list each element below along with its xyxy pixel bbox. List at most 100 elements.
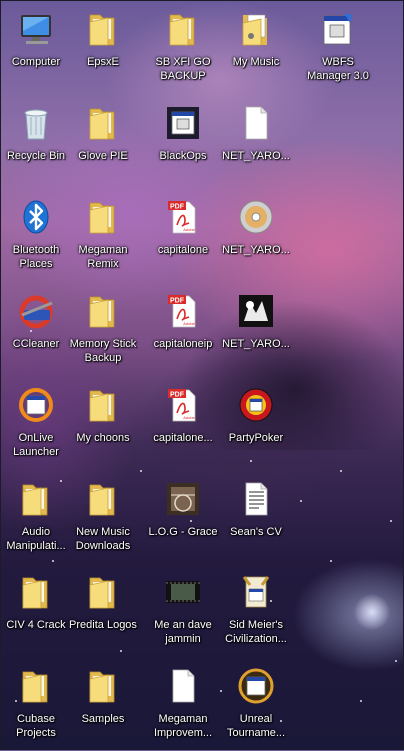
desktop-icon-label: Megaman Improvem... bbox=[153, 713, 213, 739]
star bbox=[340, 470, 342, 472]
folder-icon bbox=[161, 7, 205, 51]
desktop-icon-label: Recycle Bin bbox=[6, 150, 66, 162]
star bbox=[330, 560, 332, 562]
desktop-icon-label: My choons bbox=[76, 432, 130, 444]
folder-icon bbox=[81, 570, 125, 614]
document-icon bbox=[161, 664, 205, 708]
desktop-icon[interactable]: PDF Adobe capitalone bbox=[145, 192, 221, 282]
desktop-icon-label: My Music bbox=[232, 56, 280, 68]
desktop-icon-label: Sid Meier's Civilization... bbox=[225, 619, 287, 645]
desktop-icon[interactable]: Audio Manipulati... bbox=[0, 474, 74, 564]
folder-icon bbox=[81, 101, 125, 145]
onlive-icon bbox=[14, 383, 58, 427]
desktop-icon[interactable]: NET_YARO... bbox=[218, 286, 294, 376]
folder-icon bbox=[14, 477, 58, 521]
music-file-icon bbox=[161, 477, 205, 521]
desktop-icon[interactable]: BlackOps bbox=[145, 98, 221, 188]
svg-text:Adobe: Adobe bbox=[183, 415, 195, 420]
desktop-icon[interactable]: PartyPoker bbox=[218, 380, 294, 470]
desktop-icon-label: Sean's CV bbox=[230, 526, 282, 538]
desktop-icon[interactable]: Samples bbox=[65, 661, 141, 751]
desktop-icon-label: L.O.G - Grace bbox=[148, 526, 218, 538]
desktop-icon[interactable]: WBFS Manager 3.0 bbox=[300, 4, 376, 94]
folder-icon bbox=[81, 195, 125, 239]
desktop-icon[interactable]: CIV 4 Crack bbox=[0, 567, 74, 657]
svg-text:Adobe: Adobe bbox=[183, 227, 195, 232]
desktop-icon[interactable]: Megaman Remix bbox=[65, 192, 141, 282]
desktop-icon[interactable]: L.O.G - Grace bbox=[145, 474, 221, 564]
desktop-icon[interactable]: Glove PIE bbox=[65, 98, 141, 188]
ccleaner-icon bbox=[14, 289, 58, 333]
folder-icon bbox=[81, 289, 125, 333]
partypoker-icon bbox=[234, 383, 278, 427]
desktop-icon-label: Glove PIE bbox=[78, 150, 128, 162]
pdf-icon: PDF Adobe bbox=[161, 289, 205, 333]
svg-text:PDF: PDF bbox=[170, 298, 185, 305]
desktop-icon[interactable]: Predita Logos bbox=[65, 567, 141, 657]
desktop-icon-label: WBFS Manager 3.0 bbox=[307, 56, 369, 82]
star bbox=[395, 660, 397, 662]
desktop-icon-label: capitaloneip bbox=[153, 338, 213, 350]
civilization-icon bbox=[234, 570, 278, 614]
document-icon bbox=[234, 101, 278, 145]
desktop-icon-label: Memory Stick Backup bbox=[69, 338, 137, 364]
desktop-icon-label: OnLive Launcher bbox=[13, 432, 59, 458]
desktop-icon[interactable]: EpsxE bbox=[65, 4, 141, 94]
application-icon bbox=[316, 7, 360, 51]
desktop-icon[interactable]: Recycle Bin bbox=[0, 98, 74, 188]
desktop-icon[interactable]: Cubase Projects bbox=[0, 661, 74, 751]
desktop-icon[interactable]: Me an dave jammin bbox=[145, 567, 221, 657]
recycle-bin-icon bbox=[14, 101, 58, 145]
desktop-icon[interactable]: Bluetooth Places bbox=[0, 192, 74, 282]
star bbox=[390, 520, 392, 522]
bluetooth-icon bbox=[14, 195, 58, 239]
desktop-icon-label: BlackOps bbox=[159, 150, 207, 162]
desktop-icon[interactable]: CCleaner bbox=[0, 286, 74, 376]
star bbox=[360, 700, 362, 702]
desktop-icon[interactable]: Unreal Tourname... bbox=[218, 661, 294, 751]
desktop-icon-label: PartyPoker bbox=[228, 432, 284, 444]
desktop-icon-label: SB XFI GO BACKUP bbox=[155, 56, 211, 82]
disc-image-icon bbox=[234, 195, 278, 239]
desktop-icon[interactable]: SB XFI GO BACKUP bbox=[145, 4, 221, 94]
game-art-icon bbox=[234, 289, 278, 333]
desktop-icon[interactable]: My choons bbox=[65, 380, 141, 470]
desktop-icon-label: New Music Downloads bbox=[75, 526, 131, 552]
desktop-icon[interactable]: Sean's CV bbox=[218, 474, 294, 564]
desktop-icon-label: capitalone... bbox=[153, 432, 213, 444]
folder-icon bbox=[81, 7, 125, 51]
desktop-icon[interactable]: New Music Downloads bbox=[65, 474, 141, 564]
desktop-icon[interactable]: Memory Stick Backup bbox=[65, 286, 141, 376]
music-folder-icon bbox=[234, 7, 278, 51]
desktop-icon[interactable]: Megaman Improvem... bbox=[145, 661, 221, 751]
desktop-icon-label: NET_YARO... bbox=[222, 150, 290, 162]
desktop-icon-label: Computer bbox=[11, 56, 61, 68]
desktop-icon[interactable]: NET_YARO... bbox=[218, 98, 294, 188]
desktop-icon-label: Samples bbox=[81, 713, 125, 725]
svg-text:PDF: PDF bbox=[170, 204, 185, 211]
desktop-icon-label: NET_YARO... bbox=[222, 244, 290, 256]
pdf-icon: PDF Adobe bbox=[161, 195, 205, 239]
desktop-icon[interactable]: Computer bbox=[0, 4, 74, 94]
desktop-icon-label: NET_YARO... bbox=[222, 338, 290, 350]
desktop-icon-label: Bluetooth Places bbox=[12, 244, 60, 270]
desktop-icon[interactable]: PDF Adobe capitalone... bbox=[145, 380, 221, 470]
folder-icon bbox=[81, 383, 125, 427]
desktop-icon-label: Cubase Projects bbox=[16, 713, 56, 739]
svg-text:PDF: PDF bbox=[170, 392, 185, 399]
text-document-icon bbox=[234, 477, 278, 521]
desktop-icon[interactable]: OnLive Launcher bbox=[0, 380, 74, 470]
computer-icon bbox=[14, 7, 58, 51]
desktop-icon-label: Audio Manipulati... bbox=[6, 526, 66, 552]
desktop-icon-label: Megaman Remix bbox=[78, 244, 128, 270]
desktop-icon[interactable]: My Music bbox=[218, 4, 294, 94]
desktop-icon[interactable]: Sid Meier's Civilization... bbox=[218, 567, 294, 657]
pdf-icon: PDF Adobe bbox=[161, 383, 205, 427]
desktop-icon-label: capitalone bbox=[157, 244, 209, 256]
desktop-icon-label: EpsxE bbox=[87, 56, 119, 68]
desktop-icon[interactable]: NET_YARO... bbox=[218, 192, 294, 282]
folder-icon bbox=[81, 477, 125, 521]
desktop-icon[interactable]: PDF Adobe capitaloneip bbox=[145, 286, 221, 376]
video-file-icon bbox=[161, 570, 205, 614]
desktop-icon-label: CIV 4 Crack bbox=[6, 619, 66, 631]
